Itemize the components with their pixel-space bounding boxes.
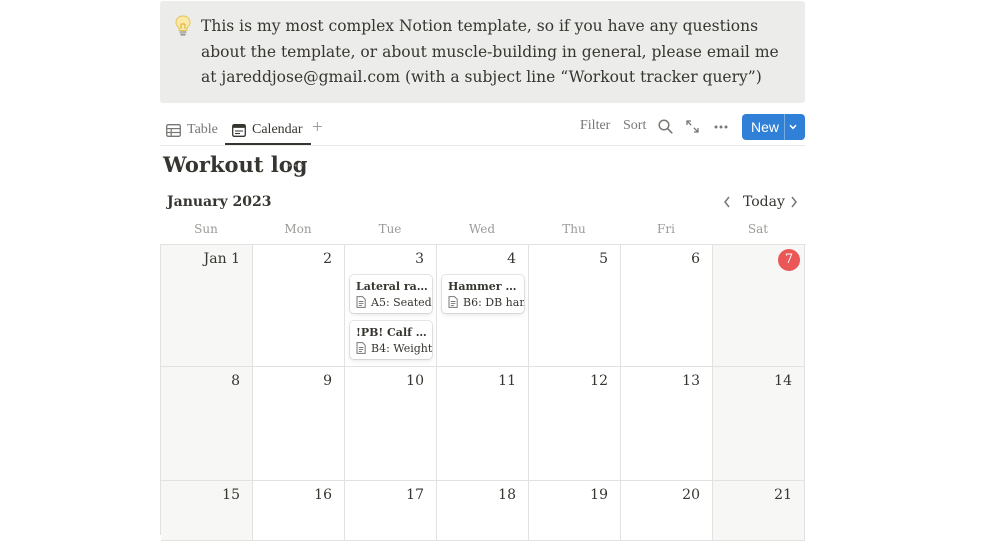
day-number: 15: [222, 487, 240, 503]
day-cell[interactable]: 7: [713, 245, 805, 367]
chevron-down-icon[interactable]: [788, 122, 798, 132]
search-icon[interactable]: [658, 119, 673, 134]
weekday-label: Wed: [468, 222, 496, 236]
add-view-button[interactable]: +: [312, 117, 323, 139]
calendar-grid: Jan 1 2 3 Lateral raises A5: Seated l !P…: [160, 244, 806, 541]
table-icon: [166, 123, 181, 137]
day-number: 5: [599, 251, 608, 267]
event-subtitle: B6: DB ham: [448, 296, 524, 309]
day-number: 13: [682, 373, 700, 389]
day-cell[interactable]: 21: [713, 481, 805, 541]
day-number: Jan 1: [203, 251, 240, 267]
event-subtitle-text: A5: Seated l: [371, 296, 432, 309]
tab-calendar-label: Calendar: [252, 122, 303, 137]
day-cell[interactable]: 3 Lateral raises A5: Seated l !PB! Calf …: [345, 245, 437, 367]
day-number: 11: [498, 373, 516, 389]
new-button-divider: [784, 114, 785, 140]
day-number: 6: [691, 251, 700, 267]
day-cell[interactable]: 10: [345, 367, 437, 481]
event-title: !PB! Calf rai...: [356, 326, 430, 339]
chevron-right-icon[interactable]: [788, 194, 800, 210]
event-title: Hammer cu...: [448, 280, 522, 293]
new-button-label: New: [751, 119, 780, 135]
day-cell[interactable]: 17: [345, 481, 437, 541]
lightbulb-icon: [175, 15, 191, 36]
day-cell[interactable]: 13: [621, 367, 713, 481]
day-number: 4: [507, 251, 516, 267]
page-icon: [356, 342, 366, 354]
day-number: 21: [774, 487, 792, 503]
database-title[interactable]: Workout log: [163, 152, 307, 177]
day-cell[interactable]: 18: [437, 481, 529, 541]
day-number: 19: [590, 487, 608, 503]
event-subtitle: A5: Seated l: [356, 296, 432, 309]
callout: This is my most complex Notion template,…: [160, 1, 805, 103]
view-bar: Table Calendar + Filter Sort New: [160, 110, 805, 146]
sort-button[interactable]: Sort: [623, 118, 646, 134]
event-card[interactable]: Hammer cu... B6: DB ham: [442, 275, 524, 313]
database-more-button[interactable]: ···: [287, 156, 305, 175]
day-number: 14: [774, 373, 792, 389]
day-number: 10: [406, 373, 424, 389]
day-cell[interactable]: 8: [161, 367, 253, 481]
active-tab-indicator: [225, 143, 311, 145]
weekday-label: Tue: [378, 222, 402, 236]
event-title: Lateral raises: [356, 280, 430, 293]
today-button[interactable]: Today: [743, 194, 785, 210]
more-options-icon[interactable]: [714, 125, 728, 129]
day-cell[interactable]: 4 Hammer cu... B6: DB ham: [437, 245, 529, 367]
event-card[interactable]: Lateral raises A5: Seated l: [350, 275, 432, 313]
weekday-label: Sat: [747, 222, 769, 236]
month-label: January 2023: [167, 194, 272, 210]
event-subtitle-text: B6: DB ham: [463, 296, 524, 309]
day-cell[interactable]: 12: [529, 367, 621, 481]
day-cell[interactable]: 11: [437, 367, 529, 481]
weekday-label: Sun: [194, 222, 218, 236]
chevron-left-icon[interactable]: [721, 194, 733, 210]
event-subtitle: B4: Weighte: [356, 342, 432, 355]
day-cell[interactable]: 16: [253, 481, 345, 541]
day-number: 8: [231, 373, 240, 389]
day-number: 12: [590, 373, 608, 389]
calendar-icon: [232, 123, 246, 137]
tab-table[interactable]: Table: [166, 116, 218, 144]
event-card[interactable]: !PB! Calf rai... B4: Weighte: [350, 321, 432, 359]
new-button[interactable]: New: [742, 114, 805, 140]
weekday-label: Fri: [657, 222, 675, 236]
day-cell[interactable]: 2: [253, 245, 345, 367]
day-cell[interactable]: 6: [621, 245, 713, 367]
page-icon: [448, 296, 458, 308]
tab-calendar[interactable]: Calendar: [232, 116, 303, 144]
weekday-label: Mon: [284, 222, 312, 236]
day-cell[interactable]: Jan 1: [161, 245, 253, 367]
day-number: 2: [323, 251, 332, 267]
day-number: 20: [682, 487, 700, 503]
day-cell[interactable]: 14: [713, 367, 805, 481]
tab-table-label: Table: [187, 122, 218, 137]
filter-button[interactable]: Filter: [580, 118, 610, 134]
day-number: 9: [323, 373, 332, 389]
today-date-badge: 7: [778, 249, 800, 271]
day-cell[interactable]: 19: [529, 481, 621, 541]
weekday-label: Thu: [562, 222, 586, 236]
page-icon: [356, 296, 366, 308]
day-number: 16: [314, 487, 332, 503]
day-number: 18: [498, 487, 516, 503]
event-subtitle-text: B4: Weighte: [371, 342, 432, 355]
day-cell[interactable]: 5: [529, 245, 621, 367]
day-number: 3: [415, 251, 424, 267]
expand-icon[interactable]: [686, 120, 699, 133]
day-cell[interactable]: 15: [161, 481, 253, 541]
weekday-header: Sun Mon Tue Wed Thu Fri Sat: [160, 222, 805, 238]
callout-text: This is my most complex Notion template,…: [201, 17, 779, 86]
day-number: 17: [406, 487, 424, 503]
day-cell[interactable]: 9: [253, 367, 345, 481]
day-cell[interactable]: 20: [621, 481, 713, 541]
